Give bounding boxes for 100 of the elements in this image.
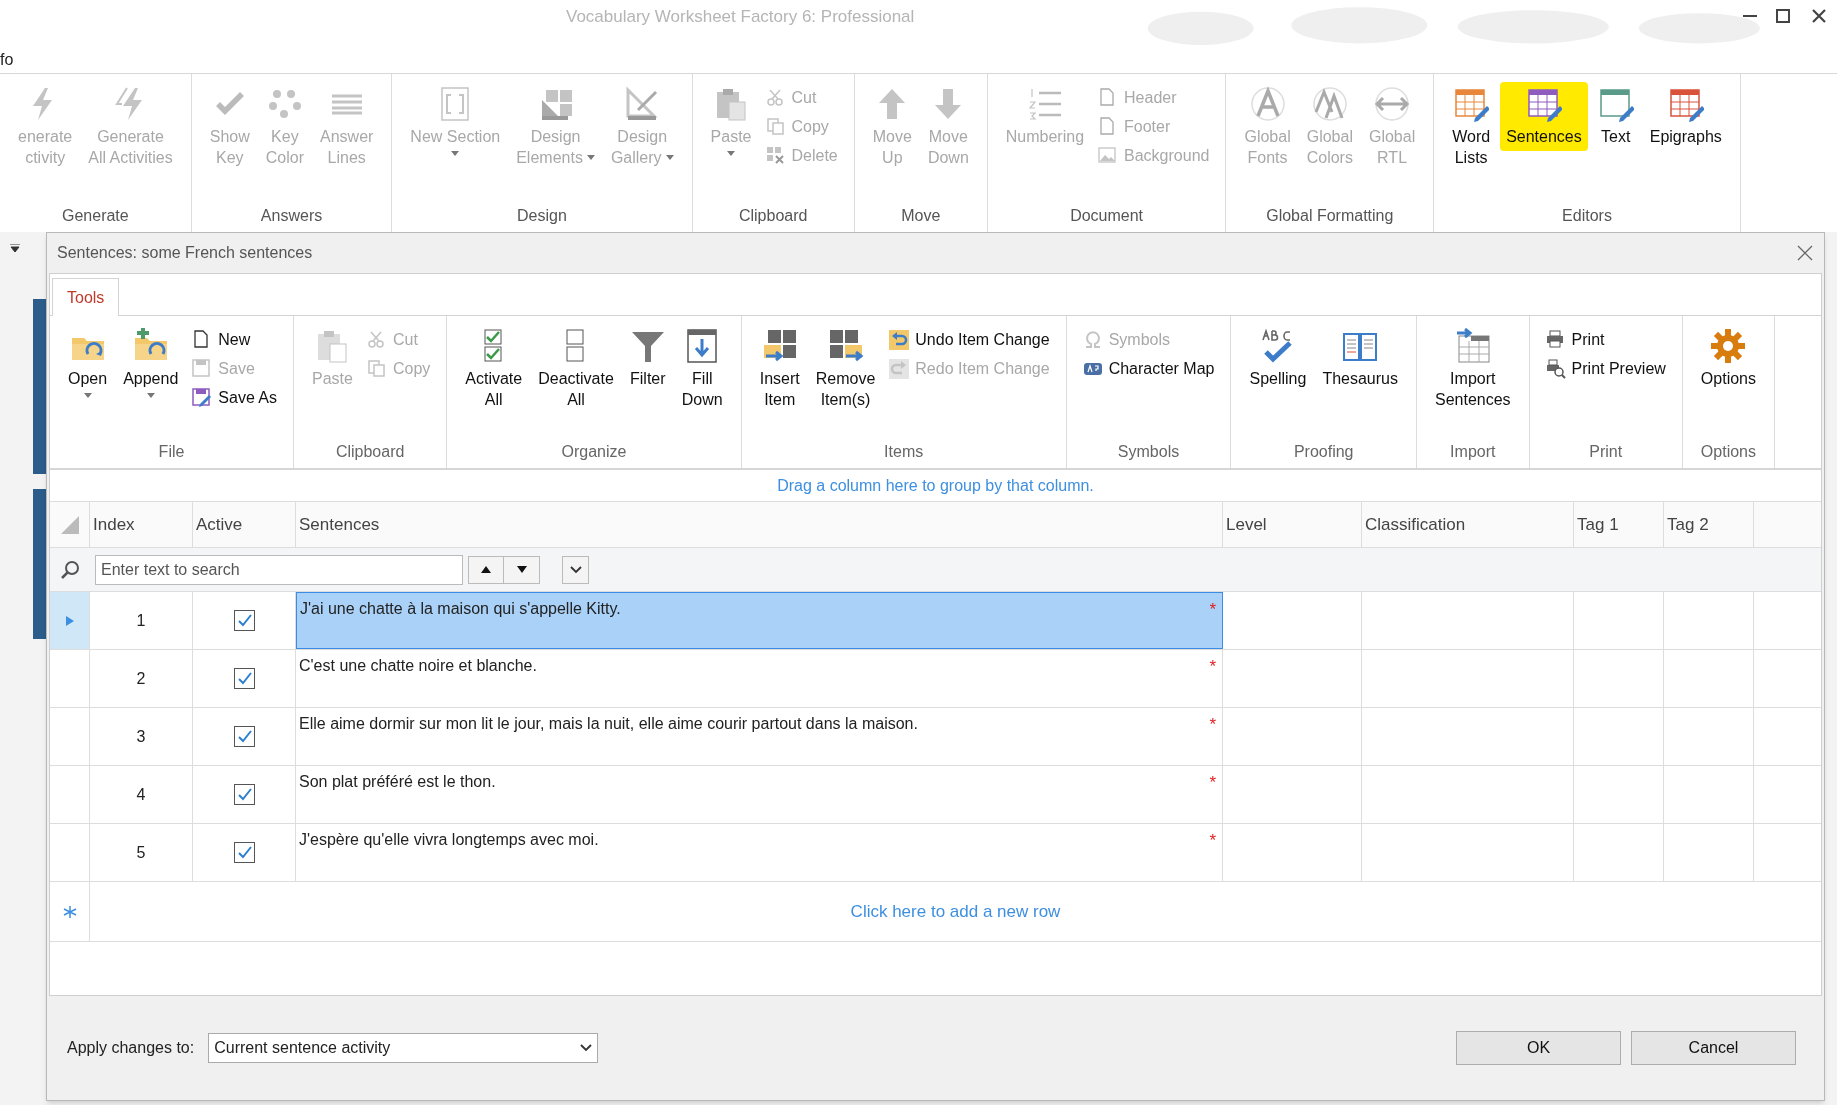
column-header[interactable]: Tag 1	[1574, 502, 1664, 547]
ribbon-button[interactable]: Print Preview	[1541, 357, 1670, 381]
window-title: Vocabulary Worksheet Factory 6: Professional	[565, 6, 915, 28]
table-cell[interactable]: J'ai une chatte à la maison qui s'appelle Kitty. *	[296, 592, 1223, 649]
column-header[interactable]: Classification	[1362, 502, 1574, 547]
menu-item[interactable]: fo	[0, 47, 14, 72]
floppy-pen-icon	[192, 388, 213, 408]
ribbon-button[interactable]: Options	[1694, 324, 1762, 393]
group-label: Organize	[560, 442, 628, 462]
table-pen-icon	[1667, 86, 1704, 122]
ribbon-button[interactable]: Character Map	[1078, 357, 1219, 381]
search-icon	[60, 559, 80, 580]
required-marker: *	[1209, 714, 1216, 736]
chevron-down-icon	[580, 1044, 593, 1052]
group-label: Document	[1069, 206, 1145, 226]
ribbon-button[interactable]: Filter	[623, 324, 672, 393]
search-field[interactable]: Enter text to search	[95, 554, 463, 585]
globe-letter-icon	[1249, 86, 1286, 122]
scissors-icon	[366, 330, 387, 350]
redo-icon	[889, 359, 910, 379]
asterisk-icon	[62, 904, 77, 919]
ok-button[interactable]: OK	[1456, 1031, 1621, 1065]
table-cell[interactable]: C'est une chatte noire et blanche. *	[296, 650, 1223, 707]
ribbon-button[interactable]: Activate All	[459, 324, 529, 414]
ribbon-button[interactable]: Thesaurus	[1316, 324, 1404, 393]
column-header[interactable]: Tag 2	[1664, 502, 1754, 547]
ribbon-button[interactable]: Epigraphs	[1643, 82, 1728, 151]
chevron-down-icon	[569, 565, 582, 574]
field-label: Apply changes to:	[67, 1038, 195, 1058]
globe-arrows-icon	[1374, 86, 1411, 122]
ribbon-button[interactable]: Remove Item(s)	[809, 324, 882, 414]
ribbon-button[interactable]: Undo Item Change	[885, 328, 1054, 352]
checkbox[interactable]	[233, 610, 255, 631]
column-header[interactable]: Active	[193, 502, 296, 547]
corner-triangle-icon	[60, 515, 79, 534]
group-label: Move	[900, 206, 942, 226]
checkmark-icon	[236, 671, 252, 686]
column-header[interactable]: Index	[90, 502, 193, 547]
checkbox[interactable]	[233, 784, 255, 805]
group-label: Design	[516, 206, 568, 226]
table-cell[interactable]: Elle aime dormir sur mon lit le jour, mais la nuit, elle aime courir partout dans la maison. *	[296, 708, 1223, 765]
sentence-text: Son plat préféré est le thon.	[299, 772, 496, 792]
triangle-down-icon	[516, 566, 527, 573]
required-marker: *	[1209, 772, 1216, 794]
globe-letters-icon	[1311, 86, 1348, 122]
checkbox[interactable]	[233, 668, 255, 689]
apply-to-dropdown[interactable]: Current sentence activity	[208, 1033, 599, 1063]
ribbon-button[interactable]: Fill Down	[675, 324, 729, 414]
group-label: Answers	[259, 206, 324, 226]
ribbon-button[interactable]: Sentences	[1500, 82, 1588, 151]
required-marker: *	[1209, 656, 1216, 678]
ribbon-button[interactable]: Open	[62, 324, 114, 402]
maximize-icon	[1773, 6, 1793, 26]
minimize-icon	[1743, 15, 1757, 17]
checkmark-icon	[236, 729, 252, 744]
grid-insert-icon	[761, 328, 798, 364]
required-marker: *	[1209, 830, 1216, 852]
printer-icon	[1545, 330, 1566, 350]
cancel-button[interactable]: Cancel	[1631, 1031, 1796, 1065]
group-label: File	[157, 442, 186, 462]
print-preview-icon	[1545, 359, 1566, 379]
ribbon-button[interactable]: Append	[117, 324, 185, 402]
ribbon-button[interactable]: Save As	[188, 386, 281, 410]
dropdown-arrow-icon	[10, 244, 20, 252]
search-options-button[interactable]	[562, 555, 589, 584]
group-label: Global Formatting	[1265, 206, 1395, 226]
checkbox[interactable]	[233, 842, 255, 863]
ribbon-button[interactable]: Word Lists	[1446, 82, 1497, 172]
next-button[interactable]	[504, 555, 540, 584]
ribbon-button[interactable]: Spelling	[1243, 324, 1313, 393]
ribbon-button[interactable]: Print	[1541, 328, 1670, 352]
ribbon-button[interactable]: Import Sentences	[1429, 324, 1517, 414]
group-label: Clipboard	[737, 206, 809, 226]
set-square-icon	[624, 86, 661, 122]
group-label: Options	[1699, 442, 1757, 462]
ribbon-button[interactable]: Insert Item	[753, 324, 806, 414]
checkbox[interactable]	[233, 726, 255, 747]
ribbon-button[interactable]: Text	[1591, 82, 1640, 151]
numbered-list-icon	[1026, 86, 1063, 122]
sentence-text: C'est une chatte noire et blanche.	[299, 656, 537, 676]
group-label: Clipboard	[334, 442, 406, 462]
table-pen-icon	[1453, 86, 1490, 122]
tab[interactable]: Tools	[52, 278, 120, 316]
settings-icon	[1710, 328, 1747, 364]
table-cell: 2	[90, 650, 193, 707]
ribbon-button[interactable]: Deactivate All	[532, 324, 620, 414]
group-label: Generate	[61, 206, 130, 226]
add-row-link[interactable]: Click here to add a new row	[850, 898, 1061, 925]
column-header[interactable]: Sentences	[296, 502, 1223, 547]
close-icon	[1796, 244, 1814, 262]
column-header[interactable]: Level	[1223, 502, 1362, 547]
scissors-icon	[765, 88, 786, 108]
previous-button[interactable]	[468, 555, 504, 584]
sentence-text: J'ai une chatte à la maison qui s'appelle Kitty.	[300, 599, 621, 619]
table-cell[interactable]: Son plat préféré est le thon. *	[296, 766, 1223, 823]
ribbon-button[interactable]: New	[188, 328, 281, 352]
checkmark-icon	[236, 787, 252, 802]
group-label: Import	[1449, 442, 1497, 462]
table-cell[interactable]: J'espère qu'elle vivra longtemps avec moi. *	[296, 824, 1223, 881]
sentence-text: J'espère qu'elle vivra longtemps avec moi.	[299, 830, 599, 850]
